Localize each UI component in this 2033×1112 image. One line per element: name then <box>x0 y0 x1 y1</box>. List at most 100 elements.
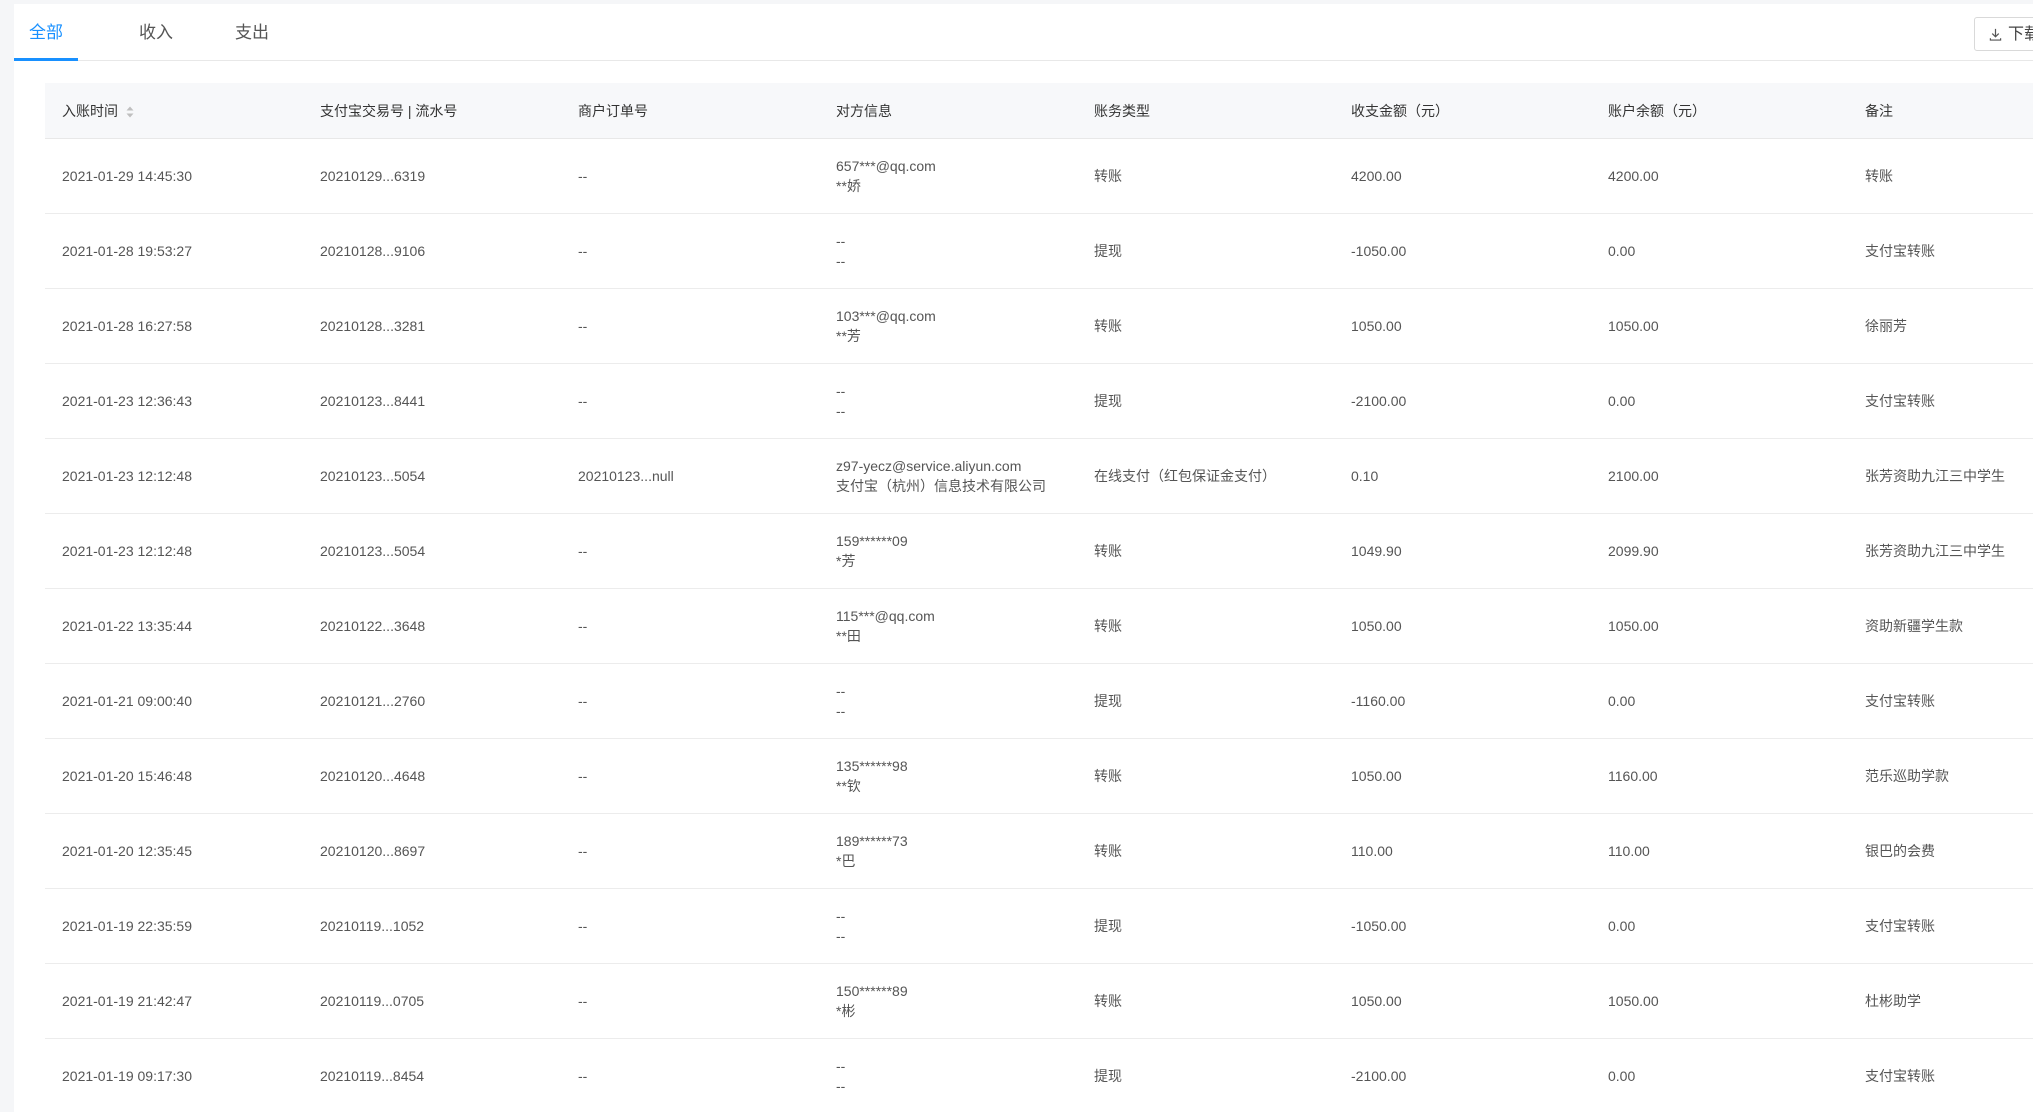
counterparty-name: -- <box>836 703 846 719</box>
counterparty-account: 657***@qq.com <box>836 158 936 174</box>
table-row[interactable]: 2021-01-20 15:46:48 20210120...4648 -- 135*… <box>45 738 2033 814</box>
sort-icon[interactable] <box>126 105 134 121</box>
counterparty-account: -- <box>836 683 846 699</box>
cell-type: 提现 <box>1077 888 1334 964</box>
cell-trade-no: 20210121...2760 <box>303 663 561 739</box>
cell-note: 支付宝转账 <box>1848 888 2033 964</box>
cell-time: 2021-01-29 14:45:30 <box>45 138 303 214</box>
cell-amount: -2100.00 <box>1334 1038 1591 1112</box>
cell-counterparty: 657***@qq.com **娇 <box>819 138 1077 214</box>
cell-balance: 0.00 <box>1591 213 1848 289</box>
cell-time: 2021-01-20 15:46:48 <box>45 738 303 814</box>
table-row[interactable]: 2021-01-19 22:35:59 20210119...1052 -- -- --… <box>45 888 2033 964</box>
cell-type: 转账 <box>1077 288 1334 364</box>
counterparty-name: -- <box>836 1078 846 1094</box>
tab-all[interactable]: 全部 <box>14 4 78 61</box>
table-row[interactable]: 2021-01-20 12:35:45 20210120...8697 -- 189*… <box>45 813 2033 889</box>
cell-note: 银巴的会费 <box>1848 813 2033 889</box>
cell-counterparty: 135******98 **钦 <box>819 738 1077 814</box>
cell-note: 资助新疆学生款 <box>1848 588 2033 664</box>
download-button[interactable]: 下载 <box>1974 17 2033 51</box>
tab-expense[interactable]: 支出 <box>210 4 294 60</box>
cell-type: 转账 <box>1077 738 1334 814</box>
column-header-trade-no: 支付宝交易号 | 流水号 <box>303 83 561 139</box>
cell-balance: 0.00 <box>1591 888 1848 964</box>
tab-income[interactable]: 收入 <box>114 4 198 60</box>
column-header-time[interactable]: 入账时间 <box>45 83 303 139</box>
table-row[interactable]: 2021-01-19 21:42:47 20210119...0705 -- 150*… <box>45 963 2033 1039</box>
cell-order-no: -- <box>561 963 819 1039</box>
cell-counterparty: -- -- <box>819 213 1077 289</box>
table-row[interactable]: 2021-01-19 09:17:30 20210119...8454 -- -- --… <box>45 1038 2033 1112</box>
cell-type: 转账 <box>1077 813 1334 889</box>
cell-amount: 4200.00 <box>1334 138 1591 214</box>
cell-order-no: -- <box>561 813 819 889</box>
cell-time: 2021-01-28 16:27:58 <box>45 288 303 364</box>
table-row[interactable]: 2021-01-23 12:36:43 20210123...8441 -- -- --… <box>45 363 2033 439</box>
cell-trade-no: 20210119...8454 <box>303 1038 561 1112</box>
cell-amount: -1050.00 <box>1334 213 1591 289</box>
cell-trade-no: 20210123...5054 <box>303 438 561 514</box>
table-row[interactable]: 2021-01-23 12:12:48 20210123...5054 202101… <box>45 438 2033 514</box>
counterparty-account: 159******09 <box>836 533 908 549</box>
cell-amount: 1050.00 <box>1334 588 1591 664</box>
table-row[interactable]: 2021-01-28 19:53:27 20210128...9106 -- -- --… <box>45 213 2033 289</box>
cell-balance: 2100.00 <box>1591 438 1848 514</box>
cell-counterparty: -- -- <box>819 663 1077 739</box>
table-row[interactable]: 2021-01-28 16:27:58 20210128...3281 -- 103*… <box>45 288 2033 364</box>
counterparty-name: **田 <box>836 628 861 644</box>
counterparty-account: 103***@qq.com <box>836 308 936 324</box>
cell-balance: 1050.00 <box>1591 288 1848 364</box>
table-row[interactable]: 2021-01-23 12:12:48 20210123...5054 -- 159*… <box>45 513 2033 589</box>
transactions-panel: 全部 收入 支出 下载 入账时间 支付宝交易号 | 流水号 商户订单号 对方信息… <box>14 4 2033 1112</box>
column-header-balance: 账户余额（元） <box>1591 83 1848 139</box>
transactions-table: 入账时间 支付宝交易号 | 流水号 商户订单号 对方信息 账务类型 收支金额（元… <box>45 83 2033 1112</box>
cell-type: 转账 <box>1077 513 1334 589</box>
table-row[interactable]: 2021-01-21 09:00:40 20210121...2760 -- -- --… <box>45 663 2033 739</box>
cell-time: 2021-01-22 13:35:44 <box>45 588 303 664</box>
cell-counterparty: 159******09 *芳 <box>819 513 1077 589</box>
cell-trade-no: 20210120...8697 <box>303 813 561 889</box>
cell-note: 张芳资助九江三中学生 <box>1848 513 2033 589</box>
cell-time: 2021-01-23 12:12:48 <box>45 513 303 589</box>
cell-order-no: -- <box>561 588 819 664</box>
cell-time: 2021-01-19 22:35:59 <box>45 888 303 964</box>
column-header-note: 备注 <box>1848 83 2033 139</box>
cell-type: 提现 <box>1077 1038 1334 1112</box>
cell-note: 支付宝转账 <box>1848 1038 2033 1112</box>
cell-trade-no: 20210122...3648 <box>303 588 561 664</box>
cell-order-no: -- <box>561 888 819 964</box>
download-label: 下载 <box>2008 26 2033 43</box>
counterparty-name: *巴 <box>836 853 856 869</box>
cell-time: 2021-01-20 12:35:45 <box>45 813 303 889</box>
cell-amount: 0.10 <box>1334 438 1591 514</box>
cell-type: 转账 <box>1077 588 1334 664</box>
counterparty-name: *芳 <box>836 553 856 569</box>
table-row[interactable]: 2021-01-22 13:35:44 20210122...3648 -- 115*… <box>45 588 2033 664</box>
download-icon <box>1989 26 2008 43</box>
cell-order-no: -- <box>561 288 819 364</box>
counterparty-name: *彬 <box>836 1003 856 1019</box>
cell-amount: 1050.00 <box>1334 288 1591 364</box>
cell-amount: -1050.00 <box>1334 888 1591 964</box>
counterparty-name: -- <box>836 403 846 419</box>
cell-time: 2021-01-21 09:00:40 <box>45 663 303 739</box>
active-tab-indicator <box>14 58 78 61</box>
cell-order-no: -- <box>561 138 819 214</box>
tab-bar: 全部 收入 支出 <box>14 4 2033 61</box>
counterparty-account: -- <box>836 233 846 249</box>
cell-trade-no: 20210123...8441 <box>303 363 561 439</box>
cell-balance: 1050.00 <box>1591 963 1848 1039</box>
counterparty-account: 115***@qq.com <box>836 608 935 624</box>
cell-type: 在线支付（红包保证金支付） <box>1077 438 1334 514</box>
cell-trade-no: 20210128...9106 <box>303 213 561 289</box>
cell-amount: 1049.90 <box>1334 513 1591 589</box>
cell-balance: 0.00 <box>1591 663 1848 739</box>
table-row[interactable]: 2021-01-29 14:45:30 20210129...6319 -- 657*… <box>45 138 2033 214</box>
counterparty-name: 支付宝（杭州）信息技术有限公司 <box>836 478 1046 494</box>
cell-note: 张芳资助九江三中学生 <box>1848 438 2033 514</box>
table-body: 2021-01-29 14:45:30 20210129...6319 -- 657*… <box>45 138 2033 1112</box>
cell-trade-no: 20210129...6319 <box>303 138 561 214</box>
cell-trade-no: 20210128...3281 <box>303 288 561 364</box>
column-header-counterparty: 对方信息 <box>819 83 1077 139</box>
